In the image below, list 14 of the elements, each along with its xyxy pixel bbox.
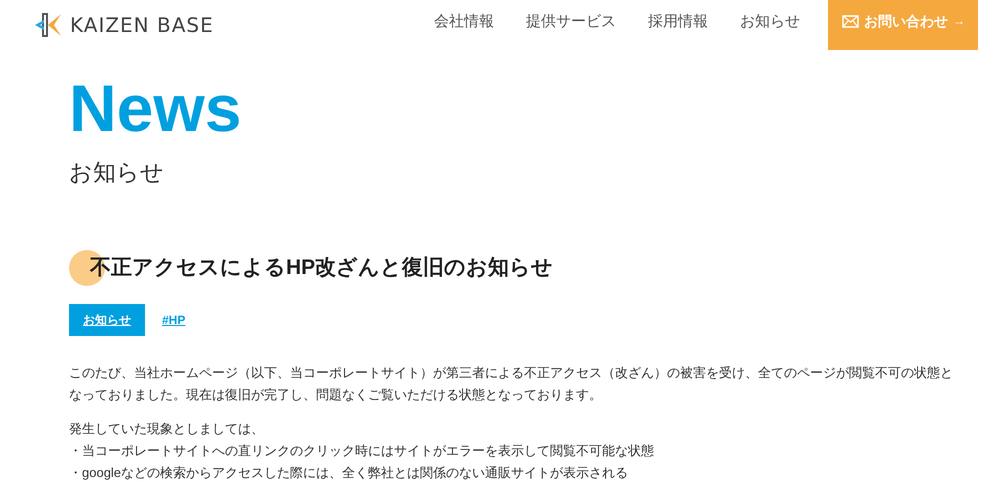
mail-icon (842, 14, 859, 28)
nav-link[interactable]: 提供サービス (526, 11, 616, 34)
nav-link[interactable]: 会社情報 (434, 11, 494, 34)
logo-text: KAIZEN BASE (70, 12, 214, 39)
page-subtitle: お知らせ (69, 161, 165, 184)
body-text: ・当コーポレートサイトへの直リンクのクリック時にはサイトがエラーを表示して閲覧不可能な状態 (69, 442, 655, 460)
body-text: 発生していた現象としましては、 (69, 420, 265, 438)
article-title: 不正アクセスによるHP改ざんと復旧のお知らせ (90, 255, 554, 282)
body-text: このたび、当社ホームページ（以下、当コーポレートサイト）が第三者による不正アクセス（改ざん）の被害を受け、全てのページが閲覧不可の状態となっておりました。現在は復旧が完了し、問題なくご覧いただける状態となっております。 (69, 364, 954, 404)
nav-link[interactable]: お知らせ (740, 11, 800, 34)
body-text: ・googleなどの検索からアクセスした際には、全く弊社とは関係のない通販サイトが表示される (69, 464, 630, 482)
page-title: News (69, 75, 242, 141)
nav-link[interactable]: 採用情報 (648, 11, 708, 34)
logo-icon (34, 12, 64, 38)
